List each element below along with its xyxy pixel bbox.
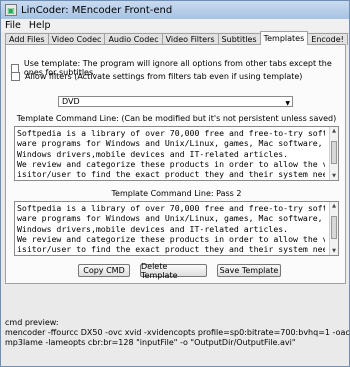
cmd-preview-line-1: mencoder -ffourcc DX50 -ovc xvid -xviden… <box>5 328 350 337</box>
cmd-line-textarea[interactable]: Softpedia is a library of over 70,000 fr… <box>14 126 339 181</box>
scroll-up-icon[interactable]: ▲ <box>330 202 338 210</box>
scroll-down-icon[interactable]: ▼ <box>330 247 338 255</box>
cmd-preview-label: cmd preview: <box>5 318 59 327</box>
chevron-down-icon: ▼ <box>285 100 290 107</box>
cmd-preview-line-2: mp3lame -lameopts cbr:br=128 "inputFile"… <box>5 338 296 347</box>
title-bar: ▣ LinCoder: MEncoder Front-end <box>1 1 349 19</box>
pass2-scrollbar[interactable]: ▲ ▼ <box>329 202 338 255</box>
template-select[interactable]: DVD ▼ <box>58 96 293 107</box>
copy-cmd-button[interactable]: Copy CMD <box>78 264 130 277</box>
delete-template-button[interactable]: Delete Template <box>140 262 207 280</box>
clapper-icon: ▣ <box>5 4 17 16</box>
template-select-value: DVD <box>62 97 80 106</box>
pass2-text: Softpedia is a library of over 70,000 fr… <box>17 203 325 255</box>
allow-filters-checkbox[interactable] <box>11 72 20 81</box>
scroll-thumb[interactable] <box>331 141 337 164</box>
menu-help[interactable]: Help <box>25 20 55 31</box>
main-window: ▣ LinCoder: MEncoder Front-end File Help… <box>0 0 350 367</box>
window-title: LinCoder: MEncoder Front-end <box>21 4 173 16</box>
allow-filters-label: Allow filters (Activate settings from fi… <box>25 72 303 81</box>
tab-templates[interactable]: Templates <box>259 31 309 45</box>
menu-file[interactable]: File <box>1 20 25 31</box>
scroll-down-icon[interactable]: ▼ <box>330 172 338 180</box>
scroll-thumb[interactable] <box>331 216 337 239</box>
cmd-line-scrollbar[interactable]: ▲ ▼ <box>329 127 338 180</box>
scroll-up-icon[interactable]: ▲ <box>330 127 338 135</box>
pass2-textarea[interactable]: Softpedia is a library of over 70,000 fr… <box>14 201 339 256</box>
templates-panel: Use template: The program will ignore al… <box>5 44 346 284</box>
pass2-label: Template Command Line: Pass 2 <box>111 189 242 198</box>
cmd-line-text: Softpedia is a library of over 70,000 fr… <box>17 128 325 180</box>
cmd-line-label: Template Command Line: (Can be modified … <box>16 114 337 123</box>
save-template-button[interactable]: Save Template <box>217 264 281 277</box>
allow-filters-row[interactable]: Allow filters (Activate settings from fi… <box>11 72 302 81</box>
